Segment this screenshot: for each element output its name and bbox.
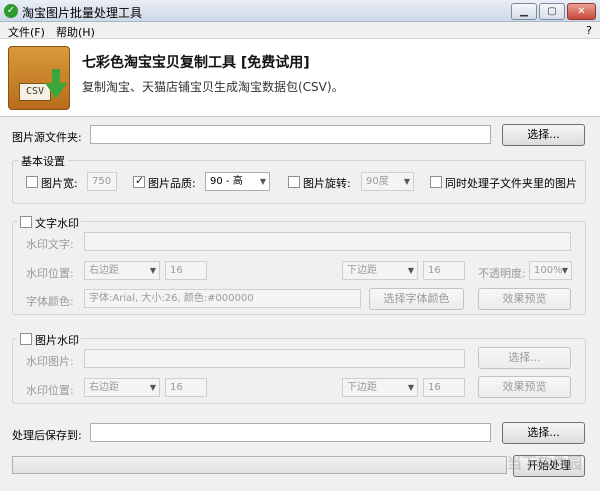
quality-select[interactable]: 90 - 高 ▼ — [205, 172, 270, 191]
width-checkbox[interactable] — [26, 176, 38, 188]
chevron-down-icon: ▼ — [561, 266, 568, 275]
window-title: 淘宝图片批量处理工具 — [22, 6, 143, 20]
text-h-position-value: 右边距 — [89, 265, 119, 276]
chevron-down-icon: ▼ — [259, 177, 266, 186]
output-folder-input[interactable] — [90, 423, 491, 442]
text-watermark-title: 文字水印 — [35, 217, 79, 230]
image-v-position-value: 下边距 — [347, 382, 377, 393]
rotate-checkbox[interactable] — [288, 176, 300, 188]
banner-title: 七彩色淘宝宝贝复制工具 [免费试用] — [82, 55, 310, 71]
chevron-down-icon: ▼ — [403, 177, 410, 186]
rotate-value: 90度 — [366, 176, 389, 187]
app-check-icon: ✓ — [4, 4, 18, 18]
chevron-down-icon: ▼ — [407, 383, 414, 392]
opacity-value: 100% — [534, 265, 563, 276]
text-h-position-select[interactable]: 右边距 ▼ — [84, 261, 160, 280]
image-watermark-checkbox[interactable] — [20, 333, 32, 345]
width-label: 图片宽: — [41, 177, 78, 190]
menu-help[interactable]: 帮助(H) — [56, 24, 95, 40]
subfolders-checkbox[interactable] — [430, 176, 442, 188]
quality-label: 图片品质: — [148, 177, 196, 190]
minimize-button[interactable]: ▁ — [511, 3, 537, 20]
image-browse-button[interactable]: 选择... — [478, 347, 571, 369]
rotate-label: 图片旋转: — [303, 177, 351, 190]
image-v-offset-input[interactable]: 16 — [423, 378, 465, 397]
image-watermark-title: 图片水印 — [35, 334, 79, 347]
chevron-down-icon: ▼ — [149, 266, 156, 275]
basic-settings-title: 基本设置 — [18, 153, 68, 169]
watermark-text-input[interactable] — [84, 232, 571, 251]
output-browse-button[interactable]: 选择... — [502, 422, 585, 444]
text-h-offset-input[interactable]: 16 — [165, 261, 207, 280]
image-h-position-select[interactable]: 右边距 ▼ — [84, 378, 160, 397]
choose-font-color-button[interactable]: 选择字体颜色 — [369, 288, 464, 310]
image-v-position-select[interactable]: 下边距 ▼ — [342, 378, 418, 397]
quality-checkbox[interactable] — [133, 174, 145, 188]
text-preview-button[interactable]: 效果预览 — [478, 288, 571, 310]
rotate-select[interactable]: 90度 ▼ — [361, 172, 414, 191]
width-input[interactable]: 750 — [87, 172, 117, 191]
subfolders-label: 同时处理子文件夹里的图片 — [445, 177, 577, 190]
watermark-image-input[interactable] — [84, 349, 465, 368]
font-color-label: 字体颜色: — [26, 295, 74, 308]
text-v-position-value: 下边距 — [347, 265, 377, 276]
image-preview-button[interactable]: 效果预览 — [478, 376, 571, 398]
source-folder-label: 图片源文件夹: — [12, 131, 82, 144]
menu-bar: 文件(F) 帮助(H) ? — [0, 22, 600, 39]
font-color-input[interactable]: 字体:Arial, 大小:26, 颜色:#000000 — [84, 289, 361, 308]
help-mark[interactable]: ? — [586, 24, 592, 37]
app-logo: CSV — [8, 46, 70, 110]
menu-file[interactable]: 文件(F) — [8, 24, 45, 40]
text-position-label: 水印位置: — [26, 267, 74, 280]
image-h-offset-input[interactable]: 16 — [165, 378, 207, 397]
close-button[interactable]: ✕ — [567, 3, 596, 20]
source-browse-button[interactable]: 选择... — [502, 124, 585, 146]
quality-value: 90 - 高 — [210, 176, 243, 187]
chevron-down-icon: ▼ — [407, 266, 414, 275]
source-folder-input[interactable] — [90, 125, 491, 144]
text-v-position-select[interactable]: 下边距 ▼ — [342, 261, 418, 280]
text-v-offset-input[interactable]: 16 — [423, 261, 465, 280]
image-h-position-value: 右边距 — [89, 382, 119, 393]
download-arrow-icon — [45, 69, 67, 99]
image-position-label: 水印位置: — [26, 384, 74, 397]
title-bar: ✓ 淘宝图片批量处理工具 ▁ ▢ ✕ — [0, 0, 600, 22]
watermark-text-label: 水印文字: — [26, 238, 74, 251]
output-folder-label: 处理后保存到: — [12, 429, 82, 442]
progress-bar — [12, 456, 507, 474]
banner-subtitle: 复制淘宝、天猫店铺宝贝生成淘宝数据包(CSV)。 — [82, 80, 344, 94]
watermark-image-label: 水印图片: — [26, 355, 74, 368]
opacity-select[interactable]: 100% ▼ — [529, 261, 572, 280]
chevron-down-icon: ▼ — [149, 383, 156, 392]
text-watermark-checkbox[interactable] — [20, 216, 32, 228]
site-watermark: 当下软件园 — [506, 454, 582, 472]
maximize-button[interactable]: ▢ — [539, 3, 565, 20]
opacity-label: 不透明度: — [478, 267, 526, 280]
